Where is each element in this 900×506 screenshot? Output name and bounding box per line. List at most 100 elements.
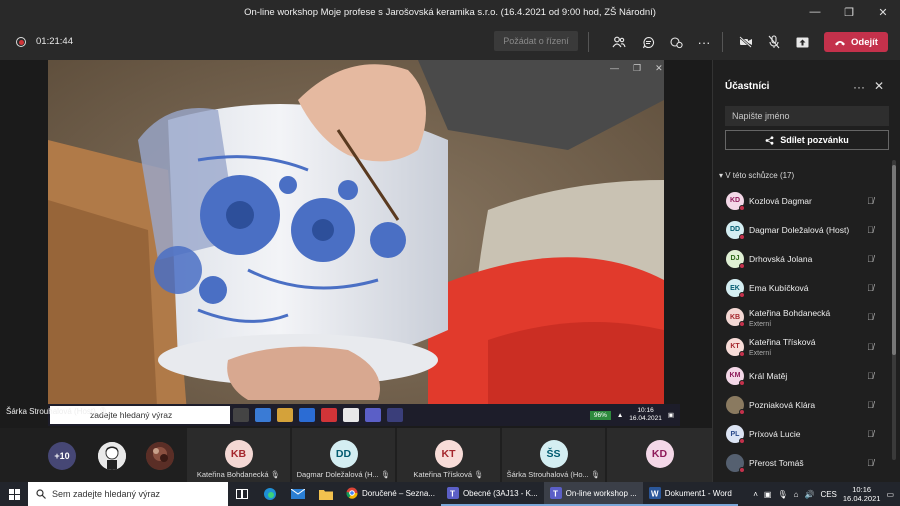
task-view-button[interactable] [228, 482, 256, 506]
panel-more-icon[interactable]: ··· [853, 80, 865, 94]
participant-avatar: KB [726, 308, 745, 328]
participant-avatar: KD [645, 440, 674, 468]
toolbar-divider [588, 32, 589, 52]
participant-photo[interactable] [146, 442, 174, 470]
shared-video[interactable] [48, 60, 664, 426]
participant-row[interactable]: DD Dagmar Doležalová (Host) 🎙̸ [713, 215, 893, 244]
svg-text:T: T [450, 490, 455, 499]
share-screen-button[interactable] [791, 31, 813, 53]
notifications-icon[interactable]: ▭ [886, 490, 894, 499]
participant-avatar: ŠS [539, 440, 568, 468]
close-icon[interactable]: ✕ [655, 63, 663, 74]
participant-row[interactable]: EK Ema Kubíčková 🎙̸ [713, 274, 893, 303]
taskbar-time: 10:16 [852, 485, 872, 494]
participant-avatar: DD [726, 220, 745, 240]
participant-row[interactable]: KT Kateřina Třísková Externí 🎙̸ [713, 332, 893, 361]
folder-icon [319, 489, 333, 500]
participant-name: Drhovská Jolana [749, 253, 813, 264]
notification-icon: ▣ [667, 412, 674, 419]
more-actions-button[interactable]: ··· [693, 31, 715, 53]
app-icon [321, 408, 337, 422]
taskbar-app-word[interactable]: W Dokument1 - Word [642, 482, 738, 506]
participant-scrollbar-thumb[interactable] [892, 165, 896, 355]
tray-chevron-icon[interactable]: ˄ [753, 490, 758, 499]
tray-mic-icon[interactable]: 🎙 [777, 490, 787, 499]
chevron-down-icon: ▾ [719, 171, 724, 180]
participants-button[interactable] [608, 31, 630, 53]
participant-photo [726, 454, 745, 474]
share-screen-icon [796, 37, 808, 47]
participant-name: Ema Kubíčková [749, 283, 809, 294]
start-button[interactable] [0, 482, 28, 506]
participant-row[interactable]: KB Kateřina Bohdanecká Externí 🎙̸ [713, 303, 893, 332]
minimize-button[interactable]: — [798, 0, 832, 24]
share-icon [765, 135, 774, 145]
participant-avatar: KB [224, 440, 253, 468]
participant-tile[interactable]: KB Kateřina Bohdanecká 🎙 [186, 428, 290, 482]
edge-icon [264, 488, 276, 500]
participant-tile-name: Kateřina Třísková 🎙 [413, 470, 484, 479]
participant-name: Príxová Lucie [749, 429, 801, 440]
participant-photo [726, 395, 745, 415]
participant-tile[interactable]: KD [606, 428, 712, 482]
phone-hangup-icon [835, 40, 846, 45]
taskbar-search[interactable]: Sem zadejte hledaný výraz [28, 482, 228, 506]
app-icon [343, 408, 359, 422]
wifi-icon: ▲ [616, 411, 624, 419]
presenter-name: Šárka Strouhalová (Host) 🎙 [6, 407, 109, 416]
participant-avatar: DJ [726, 249, 745, 269]
participant-tile[interactable]: DD Dagmar Doležalová (H... 🎙 [291, 428, 395, 482]
more-icon: ··· [697, 34, 711, 50]
busy-status-icon [739, 321, 745, 328]
windows-logo-icon [8, 488, 20, 500]
participant-search-input[interactable] [725, 106, 889, 126]
participant-row[interactable]: Přerost Tomáš 🎙̸ [713, 449, 893, 478]
busy-status-icon [739, 204, 745, 211]
participant-row[interactable]: Pozniaková Klára 🎙̸ [713, 390, 893, 419]
restore-icon[interactable]: ❐ [633, 63, 641, 74]
taskbar-app-chrome[interactable]: Doručené – Sezna... [340, 482, 441, 506]
section-header[interactable]: ▾ V této schůzce (17) [719, 171, 794, 180]
participant-tile[interactable]: ŠS Šárka Strouhalová (Ho... 🎙 [501, 428, 605, 482]
participant-row[interactable]: KM Král Matěj 🎙̸ [713, 361, 893, 390]
chat-button[interactable] [637, 31, 659, 53]
taskbar-app-teams-channel[interactable]: T Obecné (3AJ13 - K... [440, 482, 544, 506]
mic-toggle-button[interactable] [763, 31, 785, 53]
maximize-button[interactable]: ❐ [832, 0, 866, 24]
window-title: On-line workshop Moje profese s Jarošovs… [244, 6, 656, 18]
keyboard-language[interactable]: CES [820, 490, 836, 499]
minimize-icon[interactable]: — [610, 63, 619, 74]
camera-toggle-button[interactable] [735, 31, 757, 53]
participant-row[interactable]: DJ Drhovská Jolana 🎙̸ [713, 244, 893, 273]
reactions-button[interactable] [665, 31, 687, 53]
tray-icon[interactable]: ▣ [764, 490, 772, 499]
svg-text:T: T [553, 490, 558, 499]
volume-icon[interactable]: 🔊 [804, 490, 814, 499]
leave-button[interactable]: Odejít [824, 32, 888, 52]
participant-photo[interactable] [98, 442, 126, 470]
participant-tile[interactable]: KT Kateřina Třísková 🎙 [396, 428, 500, 482]
panel-title: Účastníci [725, 81, 770, 92]
participant-row[interactable]: PL Príxová Lucie 🎙̸ [713, 420, 893, 449]
share-invite-button[interactable]: Sdílet pozvánku [725, 130, 889, 150]
shared-window-controls: — ❐ ✕ [610, 63, 663, 74]
participant-row[interactable]: KD Kozlová Dagmar 🎙̸ [713, 186, 893, 215]
mail-button[interactable] [284, 482, 312, 506]
shared-screen-time: 10:16 [637, 407, 654, 414]
taskbar-clock[interactable]: 10:16 16.04.2021 [843, 485, 881, 503]
request-control-button[interactable]: Požádat o řízení [494, 31, 578, 51]
close-window-button[interactable]: ✕ [866, 0, 900, 24]
explorer-button[interactable] [312, 482, 340, 506]
participant-external-label: Externí [749, 349, 772, 357]
taskbar-app-teams-meeting[interactable]: T On-line workshop ... [543, 482, 643, 506]
busy-status-icon [739, 233, 745, 240]
mic-muted-icon: 🎙̸ [867, 195, 874, 206]
participant-avatar: DD [329, 440, 358, 468]
avatar-image [146, 442, 174, 470]
edge-button[interactable] [256, 482, 284, 506]
panel-close-icon[interactable]: ✕ [874, 79, 884, 93]
more-participants-button[interactable]: +10 [48, 442, 76, 470]
network-icon[interactable]: ⌂ [794, 490, 799, 499]
avatar-image [98, 442, 126, 470]
shared-screen-tray: 96% ▲ 10:16 16.04.2021 ▣ [589, 407, 680, 423]
